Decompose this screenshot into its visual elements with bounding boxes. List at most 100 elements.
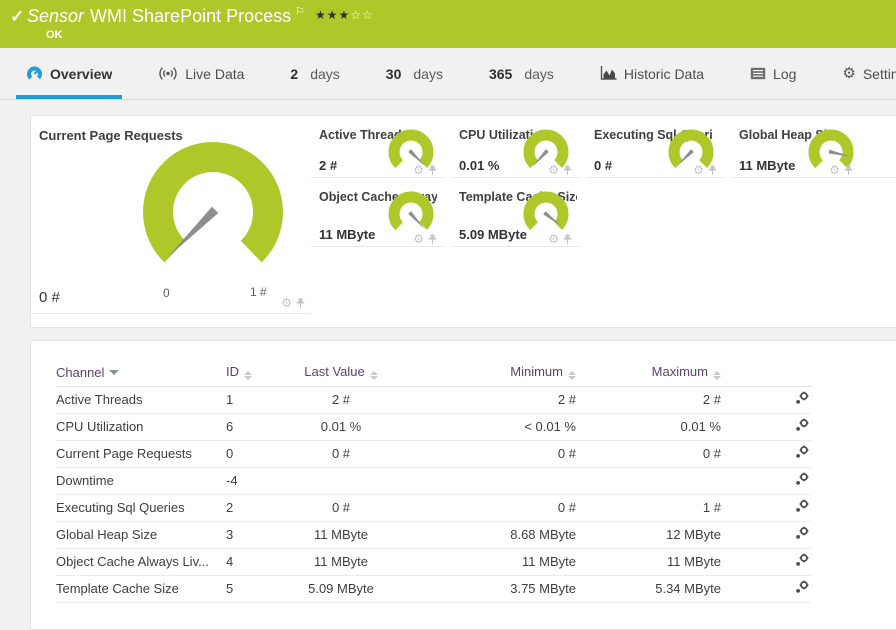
minimum-value [396,467,576,495]
pin-icon[interactable] [563,165,572,176]
channel-name: CPU Utilization [56,413,226,441]
sort-icon [369,371,378,381]
pin-icon[interactable] [844,165,853,176]
tab-365-days[interactable]: 365 days [479,48,564,99]
channel-id: 5 [226,575,286,603]
historic-chart-icon [600,66,617,80]
tab-overview[interactable]: Overview [16,48,123,99]
tab-number: 30 [385,65,402,82]
gauge-active-threads: Active Threads 2 # ⚙ [311,116,445,178]
gauge-settings-gear-icon[interactable]: ⚙ [693,164,704,176]
gauge-global-heap-size: Global Heap Size 11 MByte ⚙ [731,116,896,178]
pin-icon[interactable] [563,234,572,245]
gauge-dial [523,191,569,237]
table-header-row: Channel ID Last Value Minimum Maximum [56,359,811,387]
column-header-minimum[interactable]: Minimum [396,359,576,387]
channel-settings-icon[interactable] [795,499,809,513]
maximum-value: 0.01 % [576,413,721,441]
gauge-settings-gear-icon[interactable]: ⚙ [281,297,292,309]
channel-settings-icon[interactable] [795,526,809,540]
stars-filled[interactable]: ★★★ [315,8,350,22]
maximum-value: 1 # [576,494,721,522]
column-header-edit [721,359,811,387]
channel-name: Active Threads [56,386,226,414]
channel-settings-icon[interactable] [795,553,809,567]
table-row: Current Page Requests 0 0 # 0 # 0 # [56,440,811,468]
minimum-value: 11 MByte [396,548,576,576]
gauge-icon [27,66,42,82]
gauge-current-value: 0.01 % [459,158,500,173]
minimum-value: 0 # [396,494,576,522]
channel-name: Current Page Requests [56,440,226,468]
channel-id: 3 [226,521,286,549]
tab-2-days[interactable]: 2 days [280,48,349,99]
channel-id: 6 [226,413,286,441]
pin-icon[interactable] [708,165,717,176]
maximum-value: 11 MByte [576,548,721,576]
gauge-current-value: 11 MByte [739,158,796,173]
live-data-icon [159,67,177,80]
last-value: 0.01 % [286,413,396,441]
sort-icon [568,371,576,381]
sensor-title: WMI SharePoint Process [90,6,292,26]
gauge-settings-gear-icon[interactable]: ⚙ [413,164,424,176]
table-row: Template Cache Size 5 5.09 MByte 3.75 MB… [56,575,811,603]
last-value: 11 MByte [286,548,396,576]
stars-empty[interactable]: ☆☆ [350,8,374,22]
tab-log[interactable]: Log [740,48,806,99]
gauge-executing-sql-queries: Executing Sql Queries 0 # ⚙ [586,116,725,178]
column-header-channel[interactable]: Channel [56,359,226,387]
gauge-current-page-requests: Current Page Requests 0 1 # 0 # ⚙ [31,116,311,329]
table-row: Global Heap Size 3 11 MByte 8.68 MByte 1… [56,521,811,549]
channel-id: 0 [226,440,286,468]
table-row: Object Cache Always Liv... 4 11 MByte 11… [56,548,811,576]
tab-live-data[interactable]: Live Data [148,48,254,99]
column-header-maximum[interactable]: Maximum [576,359,721,387]
channel-table-panel: Channel ID Last Value Minimum Maximum Ac… [30,340,896,630]
gauge-template-cache-size: Template Cache Size 5.09 MByte ⚙ [451,178,580,247]
gauge-scale-max: 1 # [250,285,267,299]
maximum-value: 5.34 MByte [576,575,721,603]
minimum-value: 0 # [396,440,576,468]
sensor-status-header: ✓ Sensor WMI SharePoint Process ⚐ ★★★☆☆ OK [0,0,896,48]
gauge-settings-gear-icon[interactable]: ⚙ [548,164,559,176]
column-header-last-value[interactable]: Last Value [286,359,396,387]
column-header-id[interactable]: ID [226,359,286,387]
table-row: Executing Sql Queries 2 0 # 0 # 1 # [56,494,811,522]
tab-unit: days [413,65,443,82]
pin-icon[interactable] [428,234,437,245]
tab-settings[interactable]: ⚙ Settings [832,48,896,99]
channel-settings-icon[interactable] [795,391,809,405]
gauge-current-value: 2 # [319,158,338,173]
gauge-settings-gear-icon[interactable]: ⚙ [829,164,840,176]
channel-name: Object Cache Always Liv... [56,548,226,576]
status-ok-check-icon: ✓ [10,7,25,26]
pin-icon[interactable] [296,298,305,309]
sort-icon [244,371,252,381]
flag-marker-icon[interactable]: ⚐ [295,6,305,18]
gauge-settings-gear-icon[interactable]: ⚙ [413,233,424,245]
tab-historic-data[interactable]: Historic Data [590,48,714,99]
maximum-value [576,467,721,495]
minimum-value: < 0.01 % [396,413,576,441]
tab-bar: Overview Live Data 2 days 30 days 365 da… [0,48,896,100]
gauge-current-value: 5.09 MByte [459,227,527,242]
sensor-status-badge: OK [46,29,63,41]
gauge-settings-gear-icon[interactable]: ⚙ [548,233,559,245]
last-value: 0 # [286,494,396,522]
priority-stars[interactable]: ★★★☆☆ [315,8,374,22]
gauge-object-cache-always-live: Object Cache Always L... 11 MByte ⚙ [311,178,445,247]
gauge-current-value: 0 # [39,289,60,306]
tab-unit: days [310,65,340,82]
channel-name: Template Cache Size [56,575,226,603]
gauge-cpu-utilization: CPU Utilization 0.01 % ⚙ [451,116,580,178]
channel-settings-icon[interactable] [795,418,809,432]
channel-settings-icon[interactable] [795,472,809,486]
last-value: 2 # [286,386,396,414]
channel-settings-icon[interactable] [795,445,809,459]
channel-settings-icon[interactable] [795,580,809,594]
channel-id: -4 [226,467,286,495]
pin-icon[interactable] [428,165,437,176]
tab-30-days[interactable]: 30 days [376,48,453,99]
log-icon [750,67,766,80]
